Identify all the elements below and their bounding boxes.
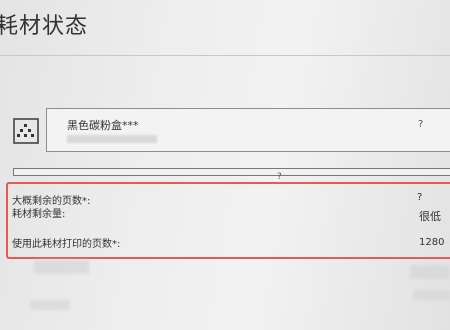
level-help-link[interactable]: ?	[277, 172, 282, 182]
blurred-region	[410, 265, 450, 279]
supply-item[interactable]: 黑色碳粉盒*** ?	[46, 108, 450, 152]
supply-level-label: 耗材剩余量:	[12, 209, 66, 220]
supply-name: 黑色碳粉盒***	[67, 119, 139, 132]
page-title: 耗材状态	[0, 14, 89, 39]
blurred-region	[413, 290, 450, 300]
supply-help-link[interactable]: ?	[418, 119, 423, 130]
toner-cartridge-icon	[13, 118, 39, 144]
supply-level-bar	[13, 168, 450, 176]
pages-printed-value: 1280	[419, 237, 445, 248]
blurred-part-number	[67, 135, 157, 143]
title-divider	[0, 55, 450, 56]
supply-level-value: 很低	[419, 210, 441, 223]
blurred-region	[30, 300, 70, 310]
pages-remaining-value[interactable]: ?	[417, 192, 422, 203]
blurred-region	[34, 260, 89, 274]
pages-printed-label: 使用此耗材打印的页数*:	[12, 239, 121, 250]
